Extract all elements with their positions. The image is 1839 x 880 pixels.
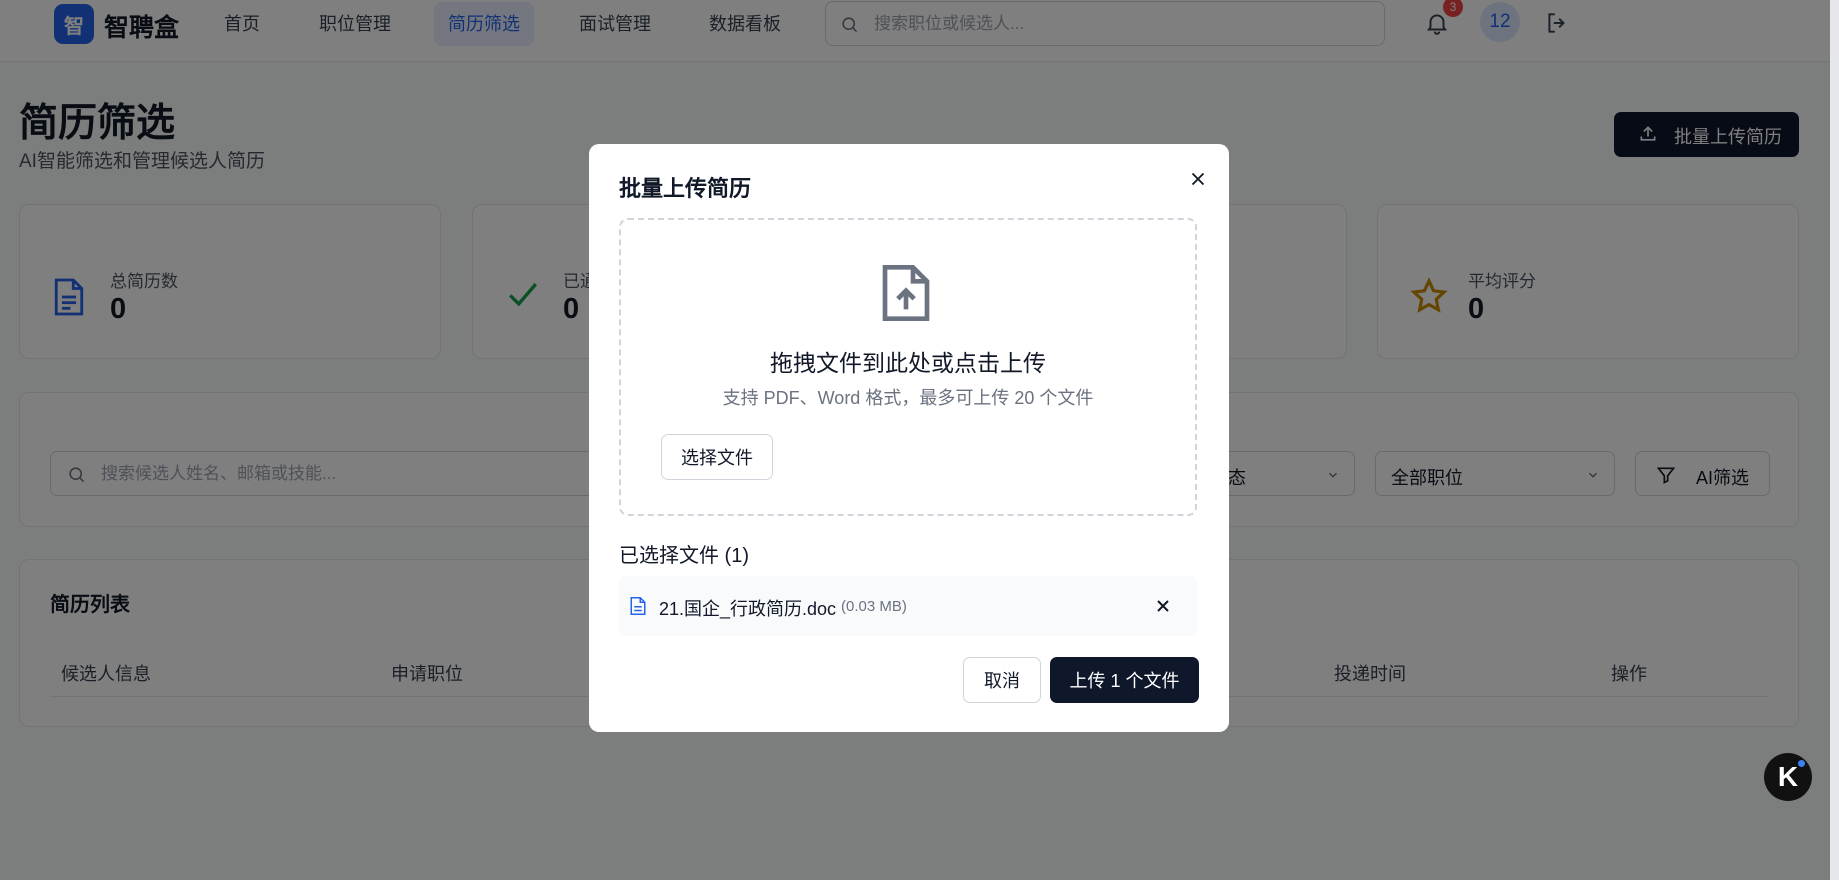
cancel-button[interactable]: 取消 [963, 657, 1041, 703]
status-dot [1798, 760, 1805, 767]
document-icon [630, 597, 646, 615]
scrollbar[interactable] [1830, 0, 1839, 880]
file-list-item: 21.国企_行政简历.doc (0.03 MB) [619, 576, 1197, 636]
dropzone-subtitle: 支持 PDF、Word 格式，最多可上传 20 个文件 [722, 388, 1094, 408]
file-size: (0.03 MB) [841, 598, 907, 615]
modal-title: 批量上传简历 [619, 176, 752, 201]
upload-submit-button[interactable]: 上传 1 个文件 [1050, 657, 1199, 703]
remove-file-icon[interactable] [1153, 596, 1173, 616]
upload-modal: 批量上传简历 拖拽文件到此处或点击上传 支持 PDF、Word 格式，最多可上传… [589, 144, 1229, 732]
file-upload-icon [882, 265, 930, 321]
dropzone[interactable]: 拖拽文件到此处或点击上传 支持 PDF、Word 格式，最多可上传 20 个文件… [619, 218, 1197, 516]
choose-file-button[interactable]: 选择文件 [661, 434, 773, 480]
close-icon[interactable] [1187, 168, 1209, 190]
floating-assistant-button[interactable]: K [1764, 753, 1812, 801]
file-name: 21.国企_行政简历.doc [659, 599, 837, 619]
selected-files-title: 已选择文件 (1) [619, 545, 749, 567]
dropzone-title: 拖拽文件到此处或点击上传 [770, 350, 1046, 376]
